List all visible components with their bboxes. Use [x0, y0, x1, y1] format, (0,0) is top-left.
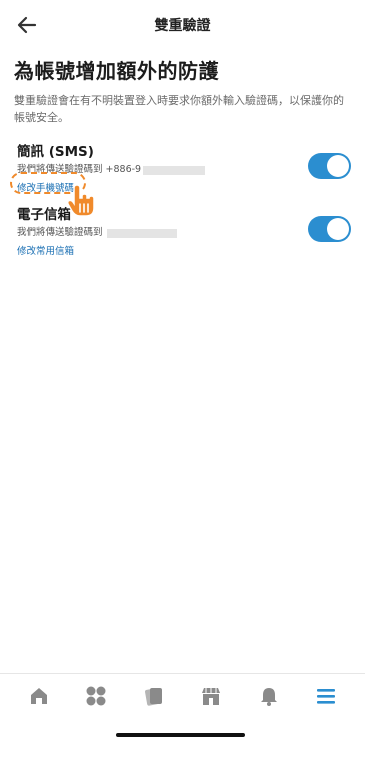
- sms-toggle[interactable]: [308, 153, 351, 179]
- menu-icon: [317, 688, 336, 704]
- page-description: 雙重驗證會在有不明裝置登入時要求你額外輸入驗證碼，以保護你的帳號安全。: [14, 94, 344, 124]
- header: 雙重驗證: [0, 0, 365, 50]
- email-toggle[interactable]: [308, 216, 351, 242]
- header-title: 雙重驗證: [154, 18, 211, 34]
- grid-icon: [86, 686, 106, 705]
- tab-cards[interactable]: [139, 681, 169, 711]
- store-icon: [202, 687, 221, 705]
- tab-notifications[interactable]: [254, 681, 284, 711]
- cards-icon: [144, 687, 162, 706]
- home-icon: [30, 687, 47, 704]
- redacted-phone: [143, 165, 206, 175]
- page-title: 為帳號增加額外的防護: [14, 59, 219, 83]
- email-subtitle-text: 我們將傳送驗證碼到: [17, 227, 103, 238]
- toggle-knob: [327, 155, 349, 177]
- pointing-hand-icon: [66, 184, 95, 217]
- edit-email-link[interactable]: 修改常用信箱: [17, 246, 74, 258]
- tab-home[interactable]: [24, 681, 54, 711]
- tab-store[interactable]: [196, 681, 226, 711]
- tab-menu[interactable]: [311, 681, 341, 711]
- bottom-tab-bar: [0, 673, 365, 717]
- sms-title: 簡訊 (SMS): [17, 144, 94, 160]
- home-indicator: [116, 733, 245, 737]
- tab-apps[interactable]: [81, 681, 111, 711]
- toggle-knob: [327, 218, 349, 240]
- email-subtitle: 我們將傳送驗證碼到: [17, 227, 351, 239]
- redacted-email: [106, 228, 177, 238]
- bell-icon: [260, 687, 277, 706]
